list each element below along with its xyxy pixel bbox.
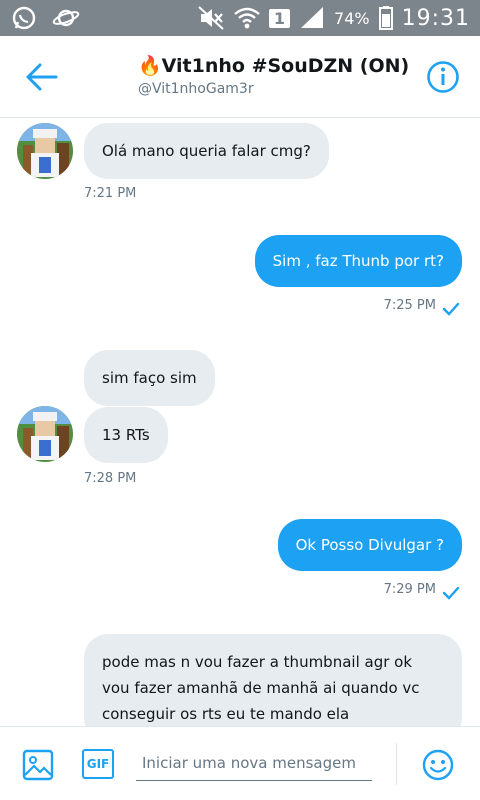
message-timestamp: 7:25 PM bbox=[383, 298, 436, 313]
signal-icon bbox=[301, 7, 324, 28]
status-bar-right: 1 74% 19:31 bbox=[197, 0, 470, 36]
message-list[interactable]: Olá mano queria falar cmg? 7:21 PM Sim ,… bbox=[0, 118, 480, 726]
gif-button[interactable]: GIF bbox=[82, 749, 114, 779]
battery-icon bbox=[378, 6, 393, 30]
message-timestamp: 7:28 PM bbox=[84, 471, 137, 486]
battery-percent: 74% bbox=[334, 8, 370, 28]
whatsapp-icon bbox=[12, 6, 36, 30]
sim-slot-indicator: 1 bbox=[268, 8, 291, 28]
divider bbox=[396, 743, 397, 785]
status-bar-left bbox=[10, 5, 80, 31]
conversation-title-block[interactable]: 🔥Vit1nho #SouDZN (ON) @Vit1nhoGam3r bbox=[138, 54, 409, 97]
compose-bar: GIF bbox=[0, 726, 480, 800]
image-icon[interactable] bbox=[22, 749, 54, 781]
message-incoming[interactable]: Olá mano queria falar cmg? bbox=[84, 123, 329, 179]
read-check-icon bbox=[442, 586, 460, 600]
message-outgoing[interactable]: Sim , faz Thunb por rt? bbox=[254, 235, 462, 287]
clock: 19:31 bbox=[401, 5, 470, 31]
read-check-icon bbox=[442, 302, 460, 316]
message-incoming[interactable]: pode mas n vou fazer a thumbnail agr ok … bbox=[84, 634, 462, 726]
wifi-icon bbox=[234, 7, 260, 29]
message-input[interactable] bbox=[136, 745, 372, 781]
saturn-icon bbox=[52, 9, 80, 27]
back-arrow-icon[interactable] bbox=[24, 62, 58, 92]
status-bar: 1 74% 19:31 bbox=[0, 0, 480, 36]
message-outgoing[interactable]: Ok Posso Divulgar ? bbox=[277, 519, 462, 571]
emoji-icon[interactable] bbox=[422, 749, 454, 781]
message-incoming[interactable]: sim faço sim bbox=[84, 350, 215, 406]
avatar[interactable] bbox=[17, 406, 73, 462]
message-timestamp: 7:21 PM bbox=[84, 186, 137, 201]
message-incoming[interactable]: 13 RTs bbox=[84, 407, 168, 463]
info-icon[interactable] bbox=[426, 60, 460, 94]
mute-icon bbox=[198, 6, 224, 30]
avatar[interactable] bbox=[17, 123, 73, 179]
conversation-handle: @Vit1nhoGam3r bbox=[138, 81, 254, 97]
conversation-title: 🔥Vit1nho #SouDZN (ON) bbox=[138, 55, 410, 77]
message-timestamp: 7:29 PM bbox=[383, 582, 436, 597]
conversation-header: 🔥Vit1nho #SouDZN (ON) @Vit1nhoGam3r bbox=[0, 36, 480, 118]
